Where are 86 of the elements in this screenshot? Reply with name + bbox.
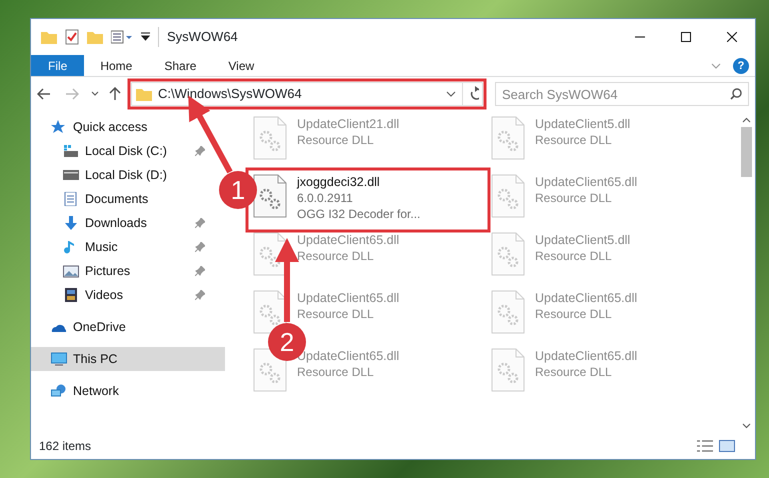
file-name: UpdateClient65.dll bbox=[535, 348, 638, 364]
network-icon bbox=[51, 384, 67, 398]
refresh-icon[interactable] bbox=[462, 83, 482, 105]
ribbon-tab[interactable]: View bbox=[212, 55, 270, 76]
file-detail: Resource DLL bbox=[535, 248, 613, 264]
dll-file-icon bbox=[491, 174, 525, 218]
pin-icon[interactable] bbox=[195, 242, 205, 252]
drive-icon bbox=[63, 168, 79, 182]
sidebar-item[interactable]: Quick access bbox=[31, 115, 215, 139]
ribbon-tab[interactable]: Share bbox=[148, 55, 212, 76]
sidebar-item[interactable]: Local Disk (D:) bbox=[31, 163, 215, 187]
pin-icon[interactable] bbox=[195, 218, 205, 228]
file-detail: Resource DLL bbox=[535, 132, 613, 148]
file-name: UpdateClient65.dll bbox=[535, 290, 638, 306]
address-path: C:\Windows\SysWOW64 bbox=[158, 85, 303, 104]
maximize-icon[interactable] bbox=[681, 32, 691, 42]
file-name: UpdateClient65.dll bbox=[297, 290, 400, 306]
details-view-icon[interactable] bbox=[697, 440, 713, 452]
dll-file-icon bbox=[253, 174, 287, 218]
sidebar-item[interactable]: This PC bbox=[31, 347, 225, 371]
folder-icon bbox=[136, 87, 152, 101]
dll-file-icon bbox=[491, 116, 525, 160]
file-name: UpdateClient5.dll bbox=[535, 116, 630, 132]
scroll-thumb[interactable] bbox=[741, 127, 752, 177]
item-count: 162 items bbox=[39, 438, 92, 455]
customize-toolbar-icon[interactable] bbox=[141, 32, 150, 42]
film-icon bbox=[63, 288, 79, 302]
file-detail: Resource DLL bbox=[297, 132, 375, 148]
file-detail: OGG I32 Decoder for... bbox=[297, 206, 420, 222]
dll-file-icon bbox=[491, 290, 525, 334]
file-detail: Resource DLL bbox=[297, 248, 375, 264]
file-detail: Resource DLL bbox=[297, 306, 375, 322]
file-name: UpdateClient5.dll bbox=[535, 232, 630, 248]
document-icon bbox=[63, 192, 79, 206]
sidebar-item[interactable]: Local Disk (C:) bbox=[31, 139, 215, 163]
help-button[interactable]: ? bbox=[733, 58, 749, 74]
sidebar-item[interactable]: Documents bbox=[31, 187, 215, 211]
picture-icon bbox=[63, 264, 79, 278]
up-arrow-icon[interactable] bbox=[109, 87, 121, 101]
file-name: UpdateClient21.dll bbox=[297, 116, 400, 132]
properties-icon[interactable] bbox=[111, 30, 133, 44]
dll-file-icon bbox=[253, 232, 287, 276]
close-icon[interactable] bbox=[727, 32, 737, 42]
pin-icon[interactable] bbox=[195, 146, 205, 156]
expand-ribbon-icon[interactable] bbox=[711, 62, 721, 68]
sidebar-item[interactable]: Videos bbox=[31, 283, 215, 307]
file-name: jxoggdeci32.dll bbox=[297, 174, 381, 190]
large-icons-view-icon[interactable] bbox=[719, 440, 735, 452]
file-detail: Resource DLL bbox=[535, 190, 613, 206]
back-arrow-icon[interactable] bbox=[37, 88, 51, 100]
drive-icon bbox=[63, 144, 79, 158]
ribbon-tab[interactable]: File bbox=[31, 55, 84, 76]
scroll-down-icon[interactable] bbox=[742, 423, 751, 429]
file-name: UpdateClient65.dll bbox=[535, 174, 638, 190]
recent-dropdown-icon[interactable] bbox=[91, 91, 99, 97]
dll-file-icon bbox=[253, 290, 287, 334]
download-arrow-icon bbox=[63, 216, 79, 230]
checklist-icon[interactable] bbox=[65, 29, 79, 45]
dropdown-chevron-icon[interactable] bbox=[446, 91, 456, 97]
file-name: UpdateClient65.dll bbox=[297, 348, 400, 364]
pin-icon[interactable] bbox=[195, 290, 205, 300]
search-field[interactable]: Search SysWOW64 bbox=[495, 82, 749, 106]
dll-file-icon bbox=[491, 232, 525, 276]
address-field[interactable]: C:\Windows\SysWOW64 bbox=[131, 82, 483, 106]
sidebar-item[interactable]: Network bbox=[31, 379, 215, 403]
search-icon bbox=[730, 88, 742, 100]
sidebar-item[interactable]: Music bbox=[31, 235, 215, 259]
file-detail: Resource DLL bbox=[535, 364, 613, 380]
pin-icon[interactable] bbox=[195, 266, 205, 276]
minimize-icon[interactable] bbox=[635, 36, 645, 38]
sidebar-item[interactable]: OneDrive bbox=[31, 315, 215, 339]
step-number-badge: 1 bbox=[219, 171, 257, 209]
scroll-up-icon[interactable] bbox=[742, 117, 751, 123]
dll-file-icon bbox=[253, 116, 287, 160]
sidebar-item[interactable]: Pictures bbox=[31, 259, 215, 283]
file-item[interactable]: jxoggdeci32.dll 6.0.0.2911 OGG I32 Decoder for... bbox=[249, 171, 487, 229]
star-icon bbox=[51, 120, 67, 134]
file-detail: Resource DLL bbox=[535, 306, 613, 322]
file-detail: Resource DLL bbox=[297, 364, 375, 380]
window-title: SysWOW64 bbox=[158, 27, 238, 47]
dll-file-icon bbox=[491, 348, 525, 392]
sidebar-item[interactable]: Downloads bbox=[31, 211, 215, 235]
file-name: UpdateClient65.dll bbox=[297, 232, 400, 248]
monitor-icon bbox=[51, 352, 67, 366]
file-detail: 6.0.0.2911 bbox=[297, 190, 354, 206]
ribbon-tab[interactable]: Home bbox=[84, 55, 148, 76]
